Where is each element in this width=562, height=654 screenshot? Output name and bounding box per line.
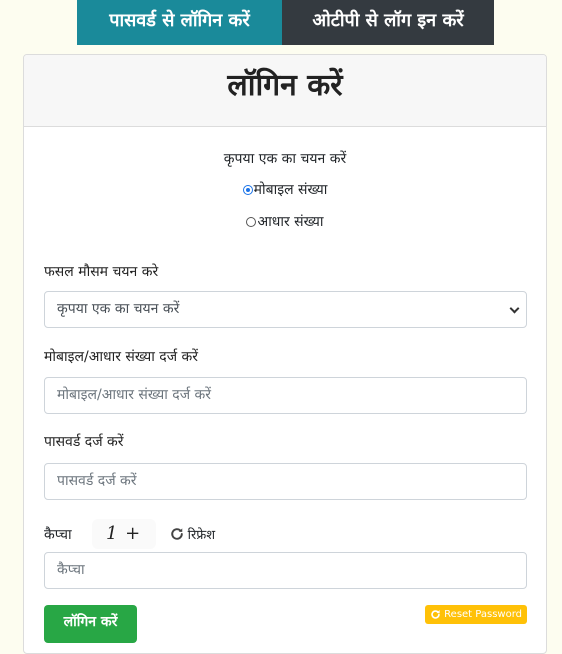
page-title: लॉगिन करें — [24, 55, 546, 127]
reset-password-label: Reset Password — [444, 609, 522, 620]
refresh-icon — [170, 528, 183, 540]
mobile-aadhaar-input[interactable]: मोबाइल/आधार संख्या दर्ज करें — [44, 377, 527, 414]
reset-icon — [431, 610, 440, 619]
season-select[interactable]: कृपया एक का चयन करें — [44, 291, 527, 328]
refresh-label: रिफ्रेश — [187, 528, 216, 543]
reset-password-button[interactable]: Reset Password — [425, 605, 527, 624]
captcha-refresh-button[interactable]: रिफ्रेश — [170, 525, 216, 543]
season-label: फसल मौसम चयन करे — [44, 264, 159, 280]
tab-otp-login[interactable]: ओटीपी से लॉग इन करें — [282, 0, 494, 45]
radio-label-aadhaar: आधार संख्या — [257, 214, 324, 230]
chevron-down-icon — [509, 303, 520, 314]
radio-label-mobile: मोबाइल संख्या — [253, 182, 328, 198]
login-method-tabs: पासवर्ड से लॉगिन करें ओटीपी से लॉग इन कर… — [77, 0, 494, 45]
captcha-image: 1 + 33 — [91, 519, 156, 574]
password-label: पासवर्ड दर्ज करें — [44, 434, 124, 450]
captcha-input[interactable]: कैप्चा — [44, 552, 527, 589]
captcha-label: कैप्चा — [44, 526, 72, 543]
password-input[interactable]: पासवर्ड दर्ज करें — [44, 463, 527, 500]
mobile-aadhaar-label: मोबाइल/आधार संख्या दर्ज करें — [44, 349, 199, 365]
captcha-row: कैप्चा 1 + 33 रिफ्रेश — [44, 519, 216, 574]
login-button[interactable]: लॉगिन करें — [44, 605, 137, 643]
tab-password-login[interactable]: पासवर्ड से लॉगिन करें — [77, 0, 282, 45]
season-select-value: कृपया एक का चयन करें — [57, 301, 180, 317]
radio-option-aadhaar[interactable]: आधार संख्या — [24, 212, 546, 231]
radio-button-mobile[interactable] — [242, 184, 253, 195]
radio-option-mobile[interactable]: मोबाइल संख्या — [24, 180, 546, 199]
radio-button-aadhaar[interactable] — [246, 216, 257, 227]
login-card: लॉगिन करें कृपया एक का चयन करें मोबाइल स… — [23, 54, 547, 654]
id-type-prompt: कृपया एक का चयन करें — [223, 151, 347, 167]
